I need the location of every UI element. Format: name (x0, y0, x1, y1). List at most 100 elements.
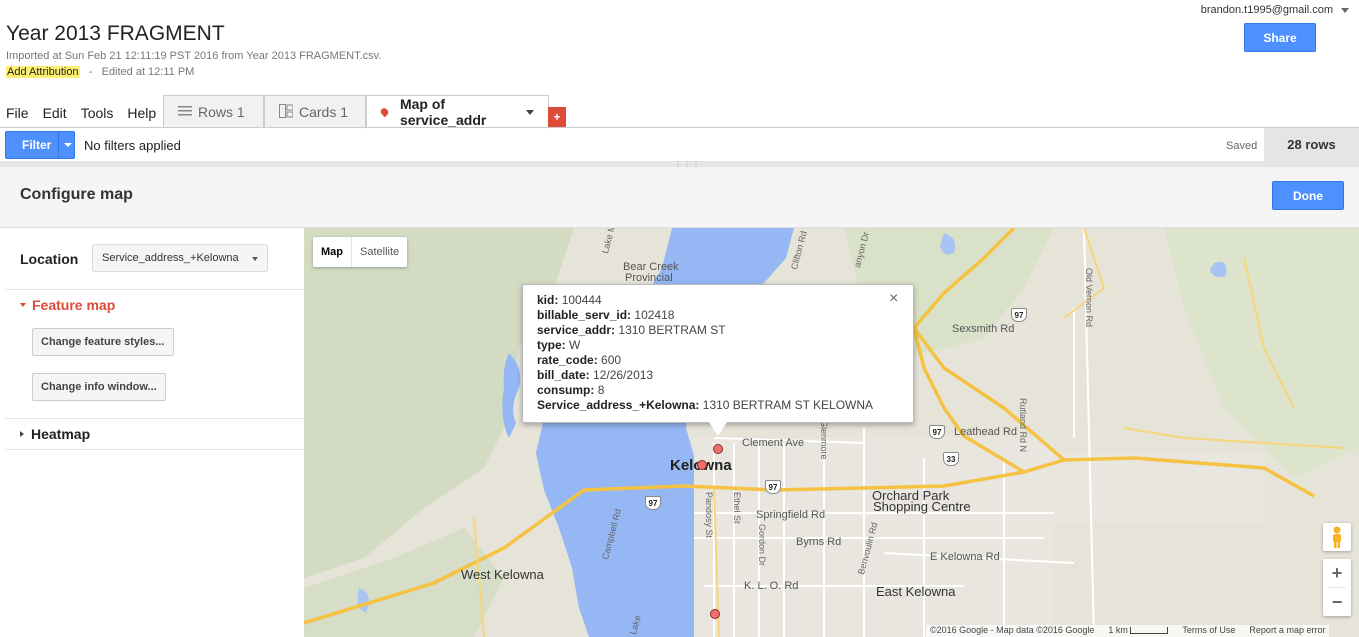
rows-icon (178, 105, 192, 120)
tab-map[interactable]: Map of service_addr (366, 95, 549, 129)
map-label-shopping-centre: Shopping Centre (873, 499, 971, 514)
tab-divider (0, 127, 1359, 128)
user-account[interactable]: brandon.t1995@gmail.com (1201, 4, 1333, 16)
filter-button-separator (58, 131, 59, 159)
map-scale: 1 km (1108, 625, 1169, 637)
map-type-control: Map Satellite (313, 237, 408, 267)
info-row-service-address-kelowna: Service_address_+Kelowna: 1310 BERTRAM S… (537, 398, 874, 412)
zoom-control: + − (1323, 559, 1351, 616)
location-select-value: Service_address_+Kelowna (102, 252, 239, 264)
location-select[interactable]: Service_address_+Kelowna (92, 244, 268, 272)
highway-97-shield: 97 (929, 425, 945, 439)
info-row-billable-serv-id: billable_serv_id: 102418 (537, 308, 675, 322)
configure-header: Configure map Done (0, 167, 1359, 228)
save-status: Saved (1226, 140, 1258, 152)
add-attribution-link[interactable]: Add Attribution (6, 66, 80, 78)
change-info-window-button[interactable]: Change info window... (32, 373, 166, 401)
map-type-satellite-button[interactable]: Satellite (352, 237, 407, 267)
report-map-error-link[interactable]: Report a map error (1249, 625, 1325, 637)
account-caret-icon[interactable] (1341, 8, 1349, 13)
info-row-kid: kid: 100444 (537, 293, 602, 307)
map-canvas[interactable]: Map Satellite Bear Creek Provincial Lake… (304, 228, 1359, 637)
map-marker[interactable] (713, 444, 723, 454)
meta-separator: - (88, 66, 93, 78)
highway-97-shield: 97 (765, 480, 781, 494)
map-label-west-kelowna: West Kelowna (461, 567, 544, 582)
filter-button-label: Filter (22, 138, 52, 152)
map-label-provincial: Provincial (625, 272, 673, 284)
map-label-sexsmith-rd: Sexsmith Rd (952, 323, 1015, 335)
share-button[interactable]: Share (1244, 23, 1316, 52)
tab-bar: Rows 1 Cards 1 Map of service_addr (163, 95, 549, 129)
map-label-gordon-dr: Gordon Dr (757, 524, 767, 567)
tab-menu-caret-icon[interactable] (526, 109, 534, 115)
menu-bar: File Edit Tools Help (6, 105, 156, 121)
map-label-rutland-rd: Rutland Rd N (1018, 398, 1028, 453)
panel-divider (5, 449, 304, 450)
terms-of-use-link[interactable]: Terms of Use (1182, 625, 1235, 637)
map-label-east-kelowna: East Kelowna (876, 584, 956, 599)
row-count: 28 rows (1264, 128, 1359, 161)
info-row-rate-code: rate_code: 600 (537, 353, 622, 367)
map-label-leathead-rd: Leathead Rd (954, 426, 1017, 438)
menu-file[interactable]: File (6, 105, 29, 121)
tab-map-label: Map of service_addr (399, 96, 487, 128)
menu-edit[interactable]: Edit (43, 105, 67, 121)
configure-title: Configure map (20, 186, 133, 203)
info-row-service-addr: service_addr: 1310 BERTRAM ST (537, 323, 726, 337)
zoom-out-button[interactable]: − (1323, 588, 1351, 616)
change-feature-styles-button[interactable]: Change feature styles... (32, 328, 174, 356)
tab-cards-label: Cards 1 (299, 104, 349, 120)
info-window-tail (709, 422, 727, 436)
tab-rows-label: Rows 1 (198, 104, 245, 120)
highway-33-shield: 33 (943, 452, 959, 466)
highway-97-shield: 97 (645, 496, 661, 510)
select-caret-icon (252, 257, 258, 261)
fusion-tables-app: Year 2013 FRAGMENT Imported at Sun Feb 2… (0, 0, 1359, 637)
map-label-old-vernon-rd: Old Vernon Rd (1084, 268, 1094, 328)
map-type-map-button[interactable]: Map (313, 237, 352, 267)
tab-rows[interactable]: Rows 1 (163, 95, 264, 128)
map-marker[interactable] (697, 460, 707, 470)
map-label-pandosy-st: Pandosy St (704, 492, 714, 539)
street-view-pegman-icon[interactable] (1323, 523, 1351, 551)
info-row-bill-date: bill_date: 12/26/2013 (537, 368, 654, 382)
map-copyright: ©2016 Google - Map data ©2016 Google (930, 625, 1095, 635)
panel-divider (5, 418, 304, 419)
add-tab-button[interactable]: + (548, 107, 566, 127)
close-icon[interactable]: × (889, 290, 898, 308)
feature-map-label: Feature map (32, 297, 116, 313)
config-panel: Location Service_address_+Kelowna Featur… (5, 228, 304, 637)
doc-meta-line: Add Attribution - Edited at 12:11 PM (6, 66, 194, 78)
map-label-springfield-rd: Springfield Rd (756, 509, 826, 521)
map-label-byrns-rd: Byrns Rd (796, 536, 842, 548)
menu-help[interactable]: Help (127, 105, 156, 121)
tab-cards[interactable]: Cards 1 (264, 95, 366, 128)
map-label-glenmore: Glenmore (819, 420, 829, 460)
zoom-in-button[interactable]: + (1323, 559, 1351, 587)
filter-button[interactable]: Filter (5, 131, 75, 159)
feature-map-section[interactable]: Feature map (20, 297, 115, 313)
edited-time: Edited at 12:11 PM (101, 66, 195, 78)
document-title: Year 2013 FRAGMENT (6, 22, 225, 45)
heatmap-label: Heatmap (31, 426, 91, 442)
map-attribution: ©2016 Google - Map data ©2016 Google 1 k… (926, 625, 1330, 637)
highway-97-shield: 97 (1011, 308, 1027, 322)
map-marker[interactable] (710, 609, 720, 619)
info-row-type: type: W (537, 338, 581, 352)
map-label-clement-ave: Clement Ave (742, 437, 805, 449)
map-label-klo-rd: K. L. O. Rd (744, 580, 799, 592)
location-label: Location (20, 251, 79, 267)
panel-divider (5, 289, 304, 290)
filter-status: No filters applied (84, 138, 181, 153)
filter-caret-icon[interactable] (64, 143, 72, 147)
map-label-ethel-st: Ethel St (732, 492, 742, 524)
cards-icon (279, 103, 294, 121)
collapsed-triangle-icon (20, 431, 24, 437)
info-row-consump: consump: 8 (537, 383, 605, 397)
menu-tools[interactable]: Tools (81, 105, 114, 121)
map-label-e-kelowna-rd: E Kelowna Rd (930, 551, 1000, 563)
done-button[interactable]: Done (1272, 181, 1344, 210)
map-pin-icon (379, 106, 390, 118)
heatmap-section[interactable]: Heatmap (20, 426, 90, 442)
